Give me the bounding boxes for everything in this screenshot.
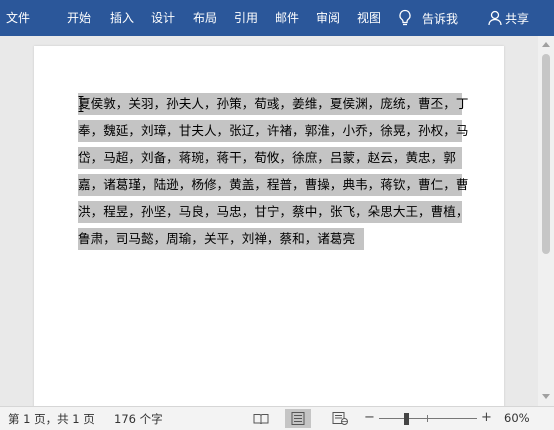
tell-me-box[interactable]: 告诉我 [398, 0, 458, 36]
web-layout-icon [332, 412, 348, 425]
web-layout-button[interactable] [327, 409, 353, 428]
text-line: 鲁肃，司马懿，周瑜，关平，刘禅，蔡和，诸葛亮 [78, 225, 466, 252]
text-line-content: 岱，马超，刘备，蒋琬，蒋干，荀攸，徐庶，吕蒙，赵云，黄忠，郭 [78, 150, 456, 165]
print-layout-button[interactable] [285, 409, 311, 428]
text-line: 洪，程昱，孙坚，马良，马忠，甘宁，蔡中，张飞，朵思大王，曹植， [78, 198, 469, 225]
text-line-content: 奉，魏延，刘璋，甘夫人，张辽，许褚，郭淮，小乔，徐晃，孙权，马 [78, 123, 469, 138]
tab-view[interactable]: 视图 [357, 0, 381, 36]
text-line: 奉，魏延，刘璋，甘夫人，张辽，许褚，郭淮，小乔，徐晃，孙权，马 [78, 117, 469, 144]
read-mode-button[interactable] [248, 409, 274, 428]
text-line: 夏侯敦，关羽，孙夫人，孙策，荀彧，姜维，夏侯渊，庞统，曹丕，丁 [78, 90, 469, 117]
book-icon [253, 413, 269, 424]
word-count[interactable]: 176 个字 [114, 411, 163, 427]
tab-design[interactable]: 设计 [151, 0, 175, 36]
tab-insert[interactable]: 插入 [110, 0, 134, 36]
page-layout-icon [291, 412, 305, 425]
text-line-content: 夏侯敦，关羽，孙夫人，孙策，荀彧，姜维，夏侯渊，庞统，曹丕，丁 [78, 96, 469, 111]
document-text[interactable]: 夏侯敦，关羽，孙夫人，孙策，荀彧，姜维，夏侯渊，庞统，曹丕，丁 奉，魏延，刘璋，… [78, 90, 469, 252]
text-line: 嘉，诸葛瑾，陆逊，杨修，黄盖，程普，曹操，典韦，蒋钦，曹仁，曹 [78, 171, 469, 198]
scroll-down-icon[interactable] [542, 394, 550, 399]
ribbon-tab-bar: 文件 开始 插入 设计 布局 引用 邮件 审阅 视图 告诉我 共享 [0, 0, 554, 36]
text-line: 岱，马超，刘备，蒋琬，蒋干，荀攸，徐庶，吕蒙，赵云，黄忠，郭 [78, 144, 466, 171]
text-line-content: 鲁肃，司马懿，周瑜，关平，刘禅，蔡和，诸葛亮 [78, 231, 356, 246]
tell-me-label: 告诉我 [422, 11, 459, 26]
person-icon [488, 10, 502, 26]
status-bar: 第 1 页，共 1 页 176 个字 − + 60% [0, 406, 554, 430]
scroll-up-icon[interactable] [542, 42, 550, 47]
scroll-thumb[interactable] [542, 54, 550, 254]
share-label: 共享 [505, 11, 530, 26]
text-line-content: 嘉，诸葛瑾，陆逊，杨修，黄盖，程普，曹操，典韦，蒋钦，曹仁，曹 [78, 177, 469, 192]
tab-layout[interactable]: 布局 [193, 0, 217, 36]
text-line-content: 洪，程昱，孙坚，马良，马忠，甘宁，蔡中，张飞，朵思大王，曹植， [78, 204, 469, 219]
zoom-slider-thumb[interactable] [404, 413, 409, 425]
lightbulb-icon [399, 9, 411, 26]
vertical-scrollbar[interactable] [538, 36, 554, 406]
tab-review[interactable]: 审阅 [316, 0, 340, 36]
tab-home[interactable]: 开始 [67, 0, 91, 36]
tab-file[interactable]: 文件 [6, 0, 30, 36]
share-button[interactable]: 共享 [488, 0, 529, 36]
zoom-in-button[interactable]: + [481, 410, 492, 425]
zoom-slider-midmark [427, 415, 428, 422]
zoom-level[interactable]: 60% [504, 411, 530, 425]
text-cursor-icon [78, 96, 84, 112]
tab-mailings[interactable]: 邮件 [275, 0, 299, 36]
zoom-slider[interactable] [379, 418, 477, 419]
tab-references[interactable]: 引用 [234, 0, 258, 36]
page-count[interactable]: 第 1 页，共 1 页 [8, 411, 95, 427]
zoom-out-button[interactable]: − [364, 410, 375, 425]
